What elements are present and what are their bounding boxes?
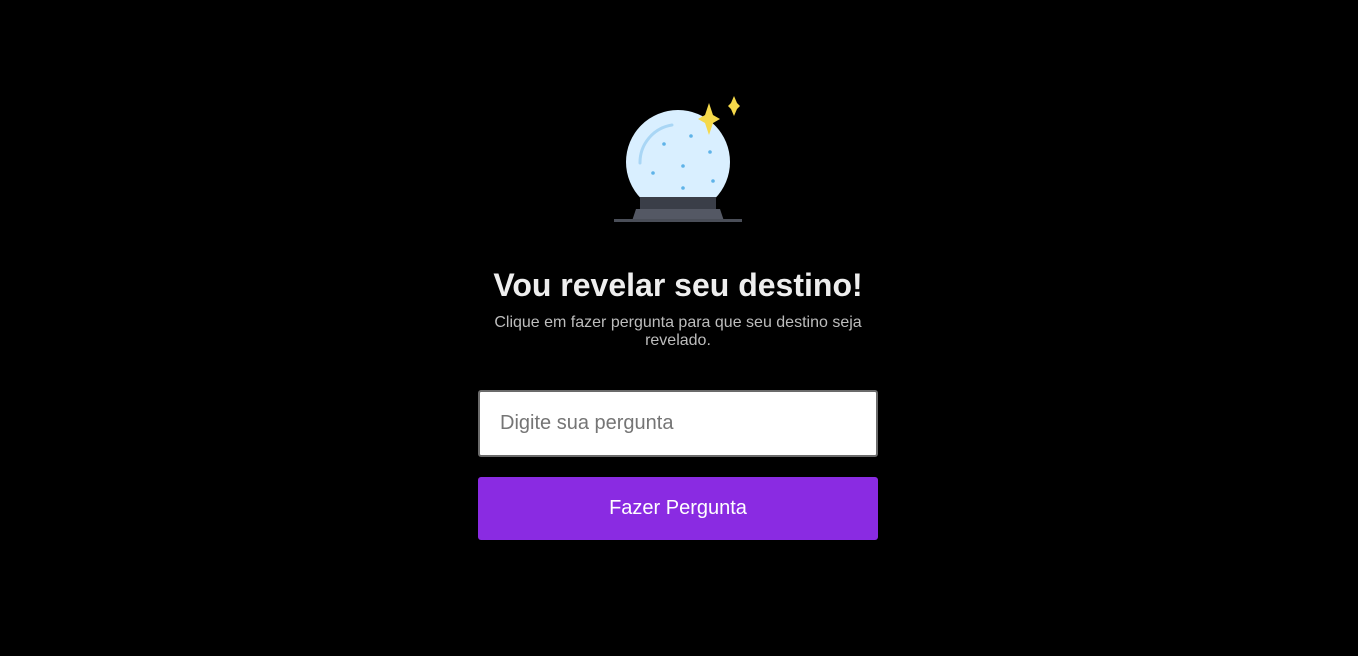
page-title: Vou revelar seu destino! — [493, 267, 863, 303]
question-input[interactable] — [478, 390, 878, 457]
crystal-ball-icon — [614, 96, 742, 222]
page-subtitle: Clique em fazer pergunta para que seu de… — [494, 314, 862, 349]
main-container: Vou revelar seu destino! Clique em fazer… — [478, 0, 878, 656]
ask-question-button[interactable]: Fazer Pergunta — [478, 477, 878, 540]
